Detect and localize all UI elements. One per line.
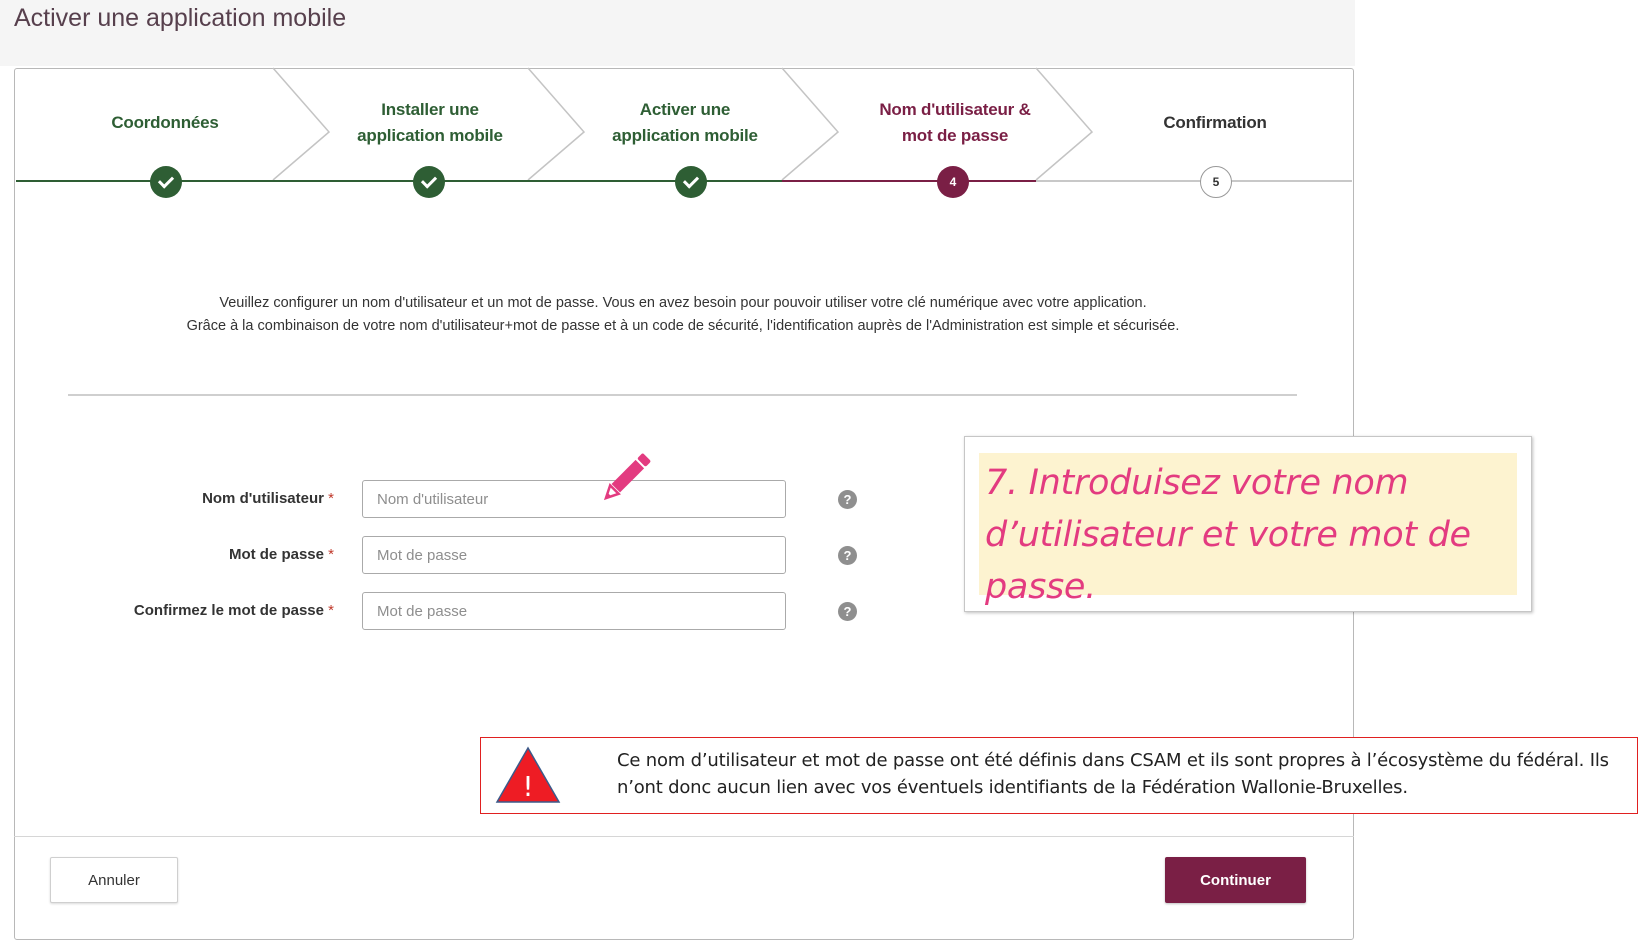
help-icon[interactable]: ? — [838, 546, 857, 565]
warning-symbol: ! — [522, 770, 533, 803]
intro-line-1: Veuillez configurer un nom d'utilisateur… — [219, 295, 1147, 311]
step-5-number: 5 — [1200, 166, 1232, 198]
username-row: Nom d'utilisateur * ? — [14, 480, 914, 522]
confirm-password-label: Confirmez le mot de passe * — [134, 602, 334, 619]
password-input[interactable] — [362, 536, 786, 574]
help-icon[interactable]: ? — [838, 602, 857, 621]
step-2-check-icon — [413, 166, 445, 198]
warning-triangle-icon: ! — [495, 746, 561, 803]
confirm-password-row: Confirmez le mot de passe * ? — [14, 592, 914, 634]
step-5-label-line1: Confirmation — [1163, 113, 1267, 132]
required-mark: * — [328, 602, 334, 619]
intro-line-2: Grâce à la combinaison de votre nom d'ut… — [186, 318, 1180, 334]
cancel-button[interactable]: Annuler — [50, 857, 178, 903]
step-4-number: 4 — [937, 166, 969, 198]
section-divider — [68, 394, 1297, 396]
intro-text: Veuillez configurer un nom d'utilisateur… — [14, 292, 1352, 338]
step-label-installer: Installer une application mobile — [300, 97, 560, 149]
step-label-coordonnees: Coordonnées — [40, 110, 290, 136]
step-4-label-line1: Nom d'utilisateur & — [879, 100, 1031, 119]
confirm-password-input[interactable] — [362, 592, 786, 630]
footer-separator — [14, 836, 1354, 837]
step-2-label-line1: Installer une — [381, 100, 479, 119]
step-1-check-icon — [150, 166, 182, 198]
continue-button[interactable]: Continuer — [1165, 857, 1306, 903]
confirm-password-label-text: Confirmez le mot de passe — [133, 602, 324, 619]
step-3-label-line2: application mobile — [612, 126, 758, 145]
step-1-label-line1: Coordonnées — [111, 113, 219, 132]
help-icon[interactable]: ? — [838, 490, 857, 509]
step-3-label-line1: Activer une — [639, 100, 731, 119]
username-input[interactable] — [362, 480, 786, 518]
required-mark: * — [328, 490, 334, 507]
instruction-callout: 7. Introduisez votre nom d’utilisateur e… — [964, 436, 1532, 612]
password-label: Mot de passe * — [229, 546, 334, 563]
step-label-identifiants: Nom d'utilisateur & mot de passe — [825, 97, 1085, 149]
username-label-text: Nom d'utilisateur — [202, 490, 324, 507]
username-label: Nom d'utilisateur * — [202, 490, 334, 507]
warning-text: Ce nom d’utilisateur et mot de passe ont… — [617, 750, 1609, 798]
password-label-text: Mot de passe — [228, 546, 324, 563]
step-3-check-icon — [675, 166, 707, 198]
password-row: Mot de passe * ? — [14, 536, 914, 578]
step-2-label-line2: application mobile — [357, 126, 503, 145]
pencil-icon — [603, 453, 651, 501]
callout-text: 7. Introduisez votre nom d’utilisateur e… — [985, 463, 1471, 607]
step-label-activer: Activer une application mobile — [555, 97, 815, 149]
step-label-confirmation: Confirmation — [1090, 110, 1340, 136]
step-4-label-line2: mot de passe — [901, 126, 1009, 145]
warning-box: ! Ce nom d’utilisateur et mot de passe o… — [480, 737, 1638, 814]
required-mark: * — [328, 546, 334, 563]
